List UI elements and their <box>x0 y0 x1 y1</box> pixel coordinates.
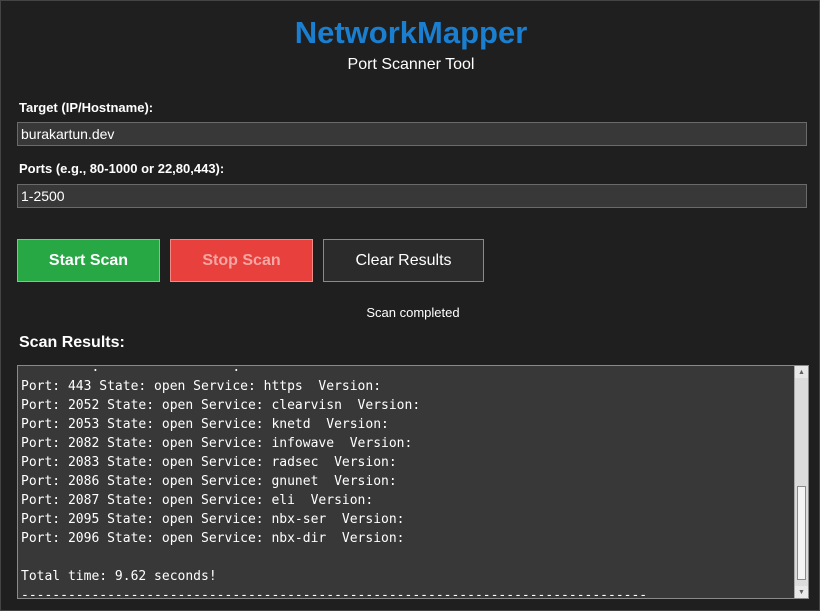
result-line: Port: 443 State: open Service: https Ver… <box>21 379 382 394</box>
ports-label: Ports (e.g., 80-1000 or 22,80,443): <box>19 161 225 176</box>
result-line: Port: 2053 State: open Service: knetd Ve… <box>21 417 389 432</box>
result-line: ----------------------------------------… <box>21 588 648 599</box>
scroll-down-icon[interactable]: ▼ <box>795 586 808 598</box>
result-line: Port: 2082 State: open Service: infowave… <box>21 436 413 451</box>
result-line: Port: 2083 State: open Service: radsec V… <box>21 455 397 470</box>
scroll-up-icon[interactable]: ▲ <box>795 366 808 378</box>
result-line: Port: 2095 State: open Service: nbx-ser … <box>21 512 405 527</box>
result-line: Port: 2086 State: open Service: gnunet V… <box>21 474 397 489</box>
target-label: Target (IP/Hostname): <box>19 100 154 115</box>
stop-scan-button[interactable]: Stop Scan <box>170 239 313 282</box>
result-line: Port: 2087 State: open Service: eli Vers… <box>21 493 374 508</box>
start-scan-button[interactable]: Start Scan <box>17 239 160 282</box>
clear-results-button[interactable]: Clear Results <box>323 239 484 282</box>
result-line: . . <box>21 365 241 375</box>
ports-input[interactable] <box>17 184 807 208</box>
result-line: Port: 2052 State: open Service: clearvis… <box>21 398 421 413</box>
scan-status: Scan completed <box>366 305 460 320</box>
results-heading: Scan Results: <box>19 334 125 351</box>
app-subtitle: Port Scanner Tool <box>347 56 475 73</box>
result-line: Port: 2096 State: open Service: nbx-dir … <box>21 531 405 546</box>
result-line <box>21 548 796 567</box>
results-textarea[interactable]: . . Port: 443 State: open Service: https … <box>17 365 809 599</box>
results-text: . . Port: 443 State: open Service: https … <box>21 365 796 599</box>
result-line: Total time: 9.62 seconds! <box>21 569 217 584</box>
results-scrollbar[interactable]: ▲ ▼ <box>794 366 808 598</box>
scroll-thumb[interactable] <box>797 486 806 580</box>
app-title: NetworkMapper <box>294 15 528 50</box>
target-input[interactable] <box>17 122 807 146</box>
app-window: NetworkMapper Port Scanner Tool Target (… <box>0 0 820 611</box>
